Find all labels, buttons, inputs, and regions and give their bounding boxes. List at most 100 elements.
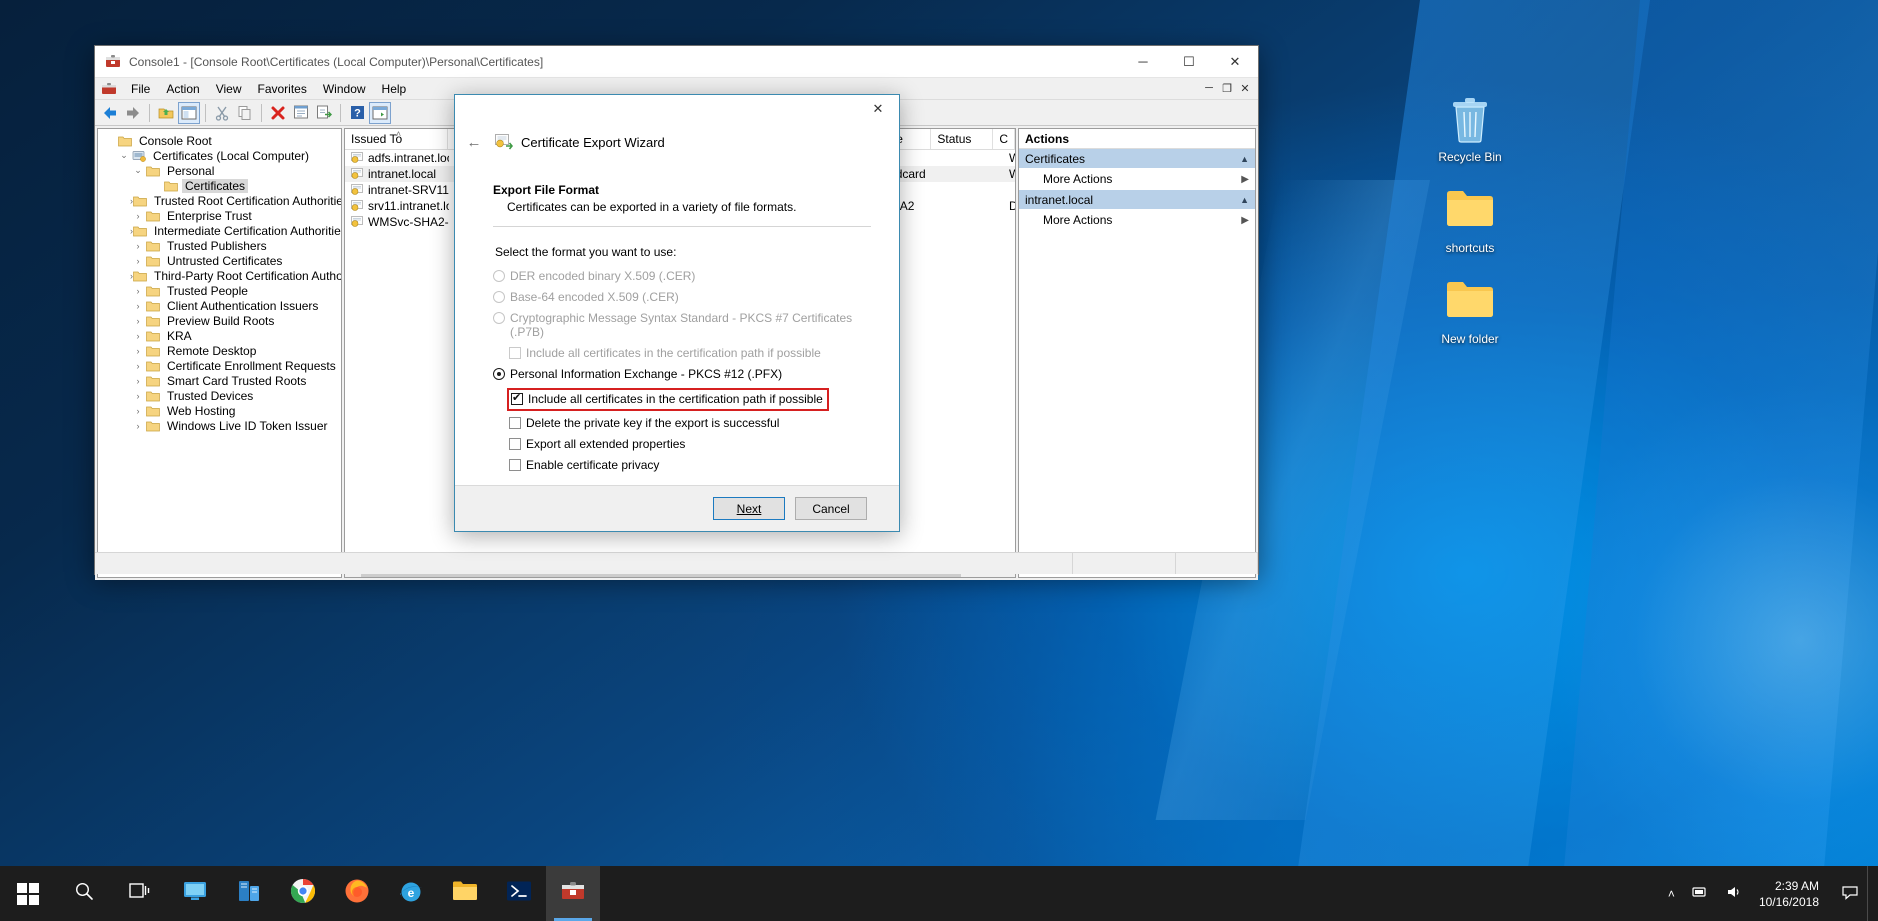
wizard-close-button[interactable]: ✕ <box>857 95 899 123</box>
tree-item-trusted-publishers[interactable]: › Trusted Publishers <box>102 238 341 253</box>
cancel-button[interactable]: Cancel <box>795 497 867 520</box>
doc-minimize-button[interactable]: ─ <box>1200 82 1218 95</box>
chevron-up-icon[interactable]: ▲ <box>1240 154 1249 164</box>
tree-twisty-expanded[interactable]: ⌄ <box>130 165 146 176</box>
checkbox-icon[interactable] <box>509 438 521 450</box>
tree-twisty-collapsed[interactable]: › <box>130 391 146 401</box>
tree-item-trusted-root-certification-authorities[interactable]: › Trusted Root Certification Authorities <box>102 193 341 208</box>
taskbar-app-mmc-console[interactable] <box>546 866 600 921</box>
desktop-icon-new-folder[interactable]: New folder <box>1422 277 1518 347</box>
actions-group-intranet-local[interactable]: intranet.local ▲ <box>1019 190 1255 209</box>
tree-item-kra[interactable]: › KRA <box>102 328 341 343</box>
tree-item-remote-desktop[interactable]: › Remote Desktop <box>102 343 341 358</box>
tree-item-smart-card-trusted-roots[interactable]: › Smart Card Trusted Roots <box>102 373 341 388</box>
tree-twisty-collapsed[interactable]: › <box>130 286 146 296</box>
taskbar-app-hyper-v-manager[interactable] <box>168 866 222 921</box>
tree-item-client-authentication-issuers[interactable]: › Client Authentication Issuers <box>102 298 341 313</box>
cut-icon[interactable] <box>211 102 233 124</box>
checkbox-icon[interactable] <box>509 417 521 429</box>
desktop-icon-shortcuts[interactable]: shortcuts <box>1422 186 1518 256</box>
tray-expand-button[interactable]: ˄ <box>1660 866 1683 921</box>
tree-item-trusted-devices[interactable]: › Trusted Devices <box>102 388 341 403</box>
tree-twisty-collapsed[interactable]: › <box>130 421 146 431</box>
menu-view[interactable]: View <box>208 80 250 98</box>
tree-item-intermediate-certification-authorities[interactable]: › Intermediate Certification Authorities <box>102 223 341 238</box>
option-personal-information-exchange-pkcs12[interactable]: Personal Information Exchange - PKCS #12… <box>493 367 871 381</box>
tree-item-trusted-people[interactable]: › Trusted People <box>102 283 341 298</box>
checkbox-export-all-extended-properties[interactable]: Export all extended properties <box>509 437 871 451</box>
tray-volume-button[interactable] <box>1717 866 1751 921</box>
copy-icon[interactable] <box>234 102 256 124</box>
clock[interactable]: 2:39 AM 10/16/2018 <box>1751 866 1833 921</box>
back-arrow-icon[interactable] <box>99 102 121 124</box>
taskbar-app-firefox[interactable] <box>330 866 384 921</box>
tree-item-web-hosting[interactable]: › Web Hosting <box>102 403 341 418</box>
tree-twisty-collapsed[interactable]: › <box>130 406 146 416</box>
action-more-actions-intranet-local[interactable]: More Actions ▶ <box>1019 209 1255 231</box>
column-header-status[interactable]: Status <box>931 129 994 149</box>
chevron-up-icon[interactable]: ▲ <box>1240 195 1249 205</box>
taskbar-app-file-explorer[interactable] <box>438 866 492 921</box>
tree-item-third-party-root-certification-authorities[interactable]: › Third-Party Root Certification Authori… <box>102 268 341 283</box>
actions-group-certificates[interactable]: Certificates ▲ <box>1019 149 1255 168</box>
tree-twisty-collapsed[interactable]: › <box>130 316 146 326</box>
menu-favorites[interactable]: Favorites <box>250 80 315 98</box>
search-button[interactable] <box>56 866 112 921</box>
task-view-button[interactable] <box>112 866 168 921</box>
help-icon[interactable]: ? <box>346 102 368 124</box>
action-more-actions-certificates[interactable]: More Actions ▶ <box>1019 168 1255 190</box>
checkbox-delete-private-key[interactable]: Delete the private key if the export is … <box>509 416 871 430</box>
show-hide-tree-icon[interactable] <box>178 101 200 124</box>
forward-arrow-icon[interactable] <box>122 102 144 124</box>
tree-item-untrusted-certificates[interactable]: › Untrusted Certificates <box>102 253 341 268</box>
checkbox-icon[interactable] <box>509 459 521 471</box>
tree-twisty-collapsed[interactable]: › <box>130 346 146 356</box>
radio-icon[interactable] <box>493 291 505 303</box>
option-cryptographic-message-syntax-pkcs7[interactable]: Cryptographic Message Syntax Standard - … <box>493 311 871 339</box>
tree-twisty-collapsed[interactable]: › <box>130 361 146 371</box>
taskbar-app-google-chrome[interactable] <box>276 866 330 921</box>
checkbox-icon-checked[interactable] <box>511 391 523 405</box>
up-folder-icon[interactable] <box>155 102 177 124</box>
taskbar-app-internet-explorer[interactable]: e <box>384 866 438 921</box>
column-header-certificate-template[interactable]: C <box>993 129 1015 149</box>
radio-icon[interactable] <box>493 270 505 282</box>
checkbox-icon[interactable] <box>509 347 521 359</box>
column-header-issued-to[interactable]: Issued To ˄ <box>345 129 448 149</box>
show-action-pane-icon[interactable] <box>369 101 391 124</box>
desktop-icon-recycle-bin[interactable]: Recycle Bin <box>1422 95 1518 165</box>
tray-network-button[interactable] <box>1683 866 1717 921</box>
action-center-button[interactable] <box>1833 866 1867 921</box>
tree-twisty-expanded[interactable]: ⌄ <box>116 150 132 161</box>
tree-twisty-collapsed[interactable]: › <box>130 211 146 221</box>
tree-twisty-collapsed[interactable]: › <box>130 331 146 341</box>
tree-item-console-root[interactable]: Console Root <box>102 133 341 148</box>
tree-twisty-collapsed[interactable]: › <box>130 241 146 251</box>
tree-item-certificates-local-computer[interactable]: ⌄ Certificates (Local Computer) <box>102 148 341 163</box>
taskbar-app-server-manager[interactable] <box>222 866 276 921</box>
menu-action[interactable]: Action <box>158 80 207 98</box>
maximize-button[interactable]: ☐ <box>1166 46 1212 78</box>
start-button[interactable] <box>0 866 56 921</box>
menu-help[interactable]: Help <box>374 80 415 98</box>
properties-icon[interactable] <box>290 102 312 124</box>
close-button[interactable]: ✕ <box>1212 46 1258 78</box>
tree-twisty-collapsed[interactable]: › <box>130 376 146 386</box>
tree-item-preview-build-roots[interactable]: › Preview Build Roots <box>102 313 341 328</box>
tree-item-personal[interactable]: ⌄ Personal <box>102 163 341 178</box>
option-der-encoded-binary[interactable]: DER encoded binary X.509 (.CER) <box>493 269 871 283</box>
minimize-button[interactable]: ─ <box>1120 46 1166 78</box>
radio-icon[interactable] <box>493 312 505 324</box>
menu-file[interactable]: File <box>123 80 158 98</box>
next-button[interactable]: Next <box>713 497 785 520</box>
radio-icon-selected[interactable] <box>493 368 505 380</box>
highlighted-checkbox-include-all-certificates-pkcs12[interactable]: Include all certificates in the certific… <box>507 388 829 411</box>
tree-twisty-collapsed[interactable]: › <box>130 301 146 311</box>
taskbar-app-powershell[interactable] <box>492 866 546 921</box>
checkbox-include-all-certificates-pkcs7[interactable]: Include all certificates in the certific… <box>509 346 871 360</box>
menu-window[interactable]: Window <box>315 80 374 98</box>
export-icon[interactable] <box>313 102 335 124</box>
tree-item-windows-live-id-token-issuer[interactable]: › Windows Live ID Token Issuer <box>102 418 341 433</box>
checkbox-enable-certificate-privacy[interactable]: Enable certificate privacy <box>509 458 871 472</box>
tree-item-certificate-enrollment-requests[interactable]: › Certificate Enrollment Requests <box>102 358 341 373</box>
